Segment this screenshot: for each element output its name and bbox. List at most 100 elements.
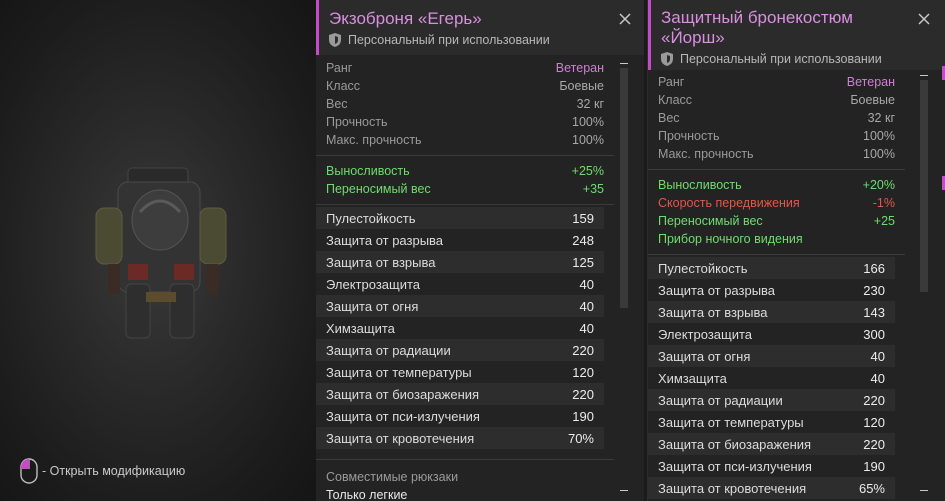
close-icon[interactable] [917,12,931,26]
bonus-section: Выносливость +20% Скорость передвижения -1… [648,170,945,254]
protection-row: Защита от пси-излучения 190 [316,405,604,427]
bonus-row: Выносливость +25% [326,162,604,180]
protection-row: Защита от разрыва 230 [648,279,895,301]
stat-value: 100% [572,133,604,147]
stat-row: Ранг Ветеран [326,59,604,77]
protection-row: Защита от радиации 220 [316,339,604,361]
stat-label: Макс. прочность [658,147,754,161]
protection-label: Защита от кровотечения [658,480,807,496]
hint-text: - Открыть модификацию [42,464,186,478]
stat-row: Прочность 100% [326,113,604,131]
protection-label: Пулестойкость [658,260,748,276]
stat-row: Макс. прочность 100% [658,145,895,163]
protection-row: Пулестойкость 166 [648,257,895,279]
protection-label: Защита от кровотечения [326,430,475,446]
protection-row: Защита от кровотечения 65% [648,477,895,499]
card-body: Ранг Ветеран Класс Боевые Вес 32 кг Прочнос… [316,55,644,501]
bonus-label: Скорость передвижения [658,196,800,210]
bonus-row: Скорость передвижения -1% [658,194,895,212]
stat-value: 32 кг [867,111,895,125]
card-header: Защитный бронекостюм «Йорш» Персональный… [648,0,945,70]
protection-value: 248 [572,232,594,248]
bonus-label: Выносливость [326,164,410,178]
protection-row: Электрозащита 300 [648,323,895,345]
protection-row: Защита от радиации 220 [648,389,895,411]
protection-value: 70% [567,430,594,446]
protection-value: 65% [858,480,885,496]
protection-list: Пулестойкость 166 Защита от разрыва 230 За… [648,255,945,499]
protection-row: Химзащита 40 [316,317,604,339]
protection-row: Защита от температуры 120 [316,361,604,383]
protection-label: Электрозащита [658,326,753,342]
protection-row: Пулестойкость 159 [316,207,604,229]
protection-value: 220 [572,342,594,358]
scrollbar[interactable] [920,80,928,292]
protection-value: 220 [572,386,594,402]
compat-label: Совместимые рюкзаки [326,470,459,484]
protection-row: Защита от биозаражения 220 [316,383,604,405]
protection-value: 300 [863,326,885,342]
item-title: Экзоброня «Егерь» [329,9,482,28]
stat-value: 100% [572,115,604,129]
protection-value: 230 [863,282,885,298]
compatible-backpacks: Совместимые рюкзаки Только легкие [316,460,644,501]
protection-label: Химзащита [658,370,727,386]
bonus-row: Переносимый вес +35 [326,180,604,198]
shield-icon [329,33,341,47]
bonus-value: +25 [873,214,895,228]
protection-label: Защита от разрыва [658,282,776,298]
stat-label: Прочность [326,115,388,129]
item-card-yorsh: Защитный бронекостюм «Йорш» Персональный… [647,0,945,501]
stat-label: Вес [658,111,680,125]
protection-value: 40 [579,276,594,292]
protection-value: 166 [863,260,885,276]
bonus-value: +35 [582,182,604,196]
bonus-label: Прибор ночного видения [658,232,803,246]
protection-row: Электрозащита 40 [316,273,604,295]
protection-label: Защита от температуры [326,364,472,380]
item-preview-panel: - Открыть модификацию [0,0,316,501]
scrollbar-bottom-cap [620,490,628,491]
stat-label: Ранг [326,61,353,75]
personal-use-text: Персональный при использовании [680,52,882,66]
item-title: Защитный бронекостюм «Йорш» [651,0,945,48]
protection-list: Пулестойкость 159 Защита от разрыва 248 За… [316,205,644,449]
stat-row: Макс. прочность 100% [326,131,604,149]
scrollbar[interactable] [620,68,628,308]
protection-row: Защита от разрыва 248 [316,229,604,251]
protection-label: Защита от пси-излучения [658,458,812,474]
protection-value: 40 [579,298,594,314]
protection-value: 120 [863,414,885,430]
protection-row: Защита от огня 40 [316,295,604,317]
protection-label: Защита от взрыва [658,304,768,320]
stat-row: Прочность 100% [658,127,895,145]
scrollbar-top-cap [920,75,928,76]
rank-value: Ветеран [846,75,895,89]
stat-row: Класс Боевые [326,77,604,95]
protection-label: Защита от огня [326,298,419,314]
item-title-line1: Защитный бронекостюм [661,8,853,27]
card-header: Экзоброня «Егерь» Персональный при испол… [316,0,644,55]
protection-value: 159 [572,210,594,226]
item-card-egeр: Экзоброня «Егерь» Персональный при испол… [316,0,644,501]
stat-label: Класс [326,79,361,93]
bonus-row: Переносимый вес +25 [658,212,895,230]
bonus-row: Прибор ночного видения [658,230,895,248]
shield-icon [661,52,673,66]
protection-row: Защита от взрыва 143 [648,301,895,323]
bonus-section: Выносливость +25% Переносимый вес +35 [316,156,644,204]
compat-value: Только легкие [326,488,408,501]
stat-value: Боевые [850,93,895,107]
personal-use-text: Персональный при использовании [348,33,550,47]
stat-label: Ранг [658,75,685,89]
protection-label: Защита от температуры [658,414,804,430]
close-icon[interactable] [618,12,632,26]
bonus-label: Переносимый вес [326,182,431,196]
bonus-row: Выносливость +20% [658,176,895,194]
protection-value: 40 [870,348,885,364]
protection-value: 190 [572,408,594,424]
mouse-icon [20,458,38,484]
open-modification-hint: - Открыть модификацию [20,458,185,484]
stat-row: Вес 32 кг [326,95,604,113]
protection-label: Защита от биозаражения [326,386,480,402]
